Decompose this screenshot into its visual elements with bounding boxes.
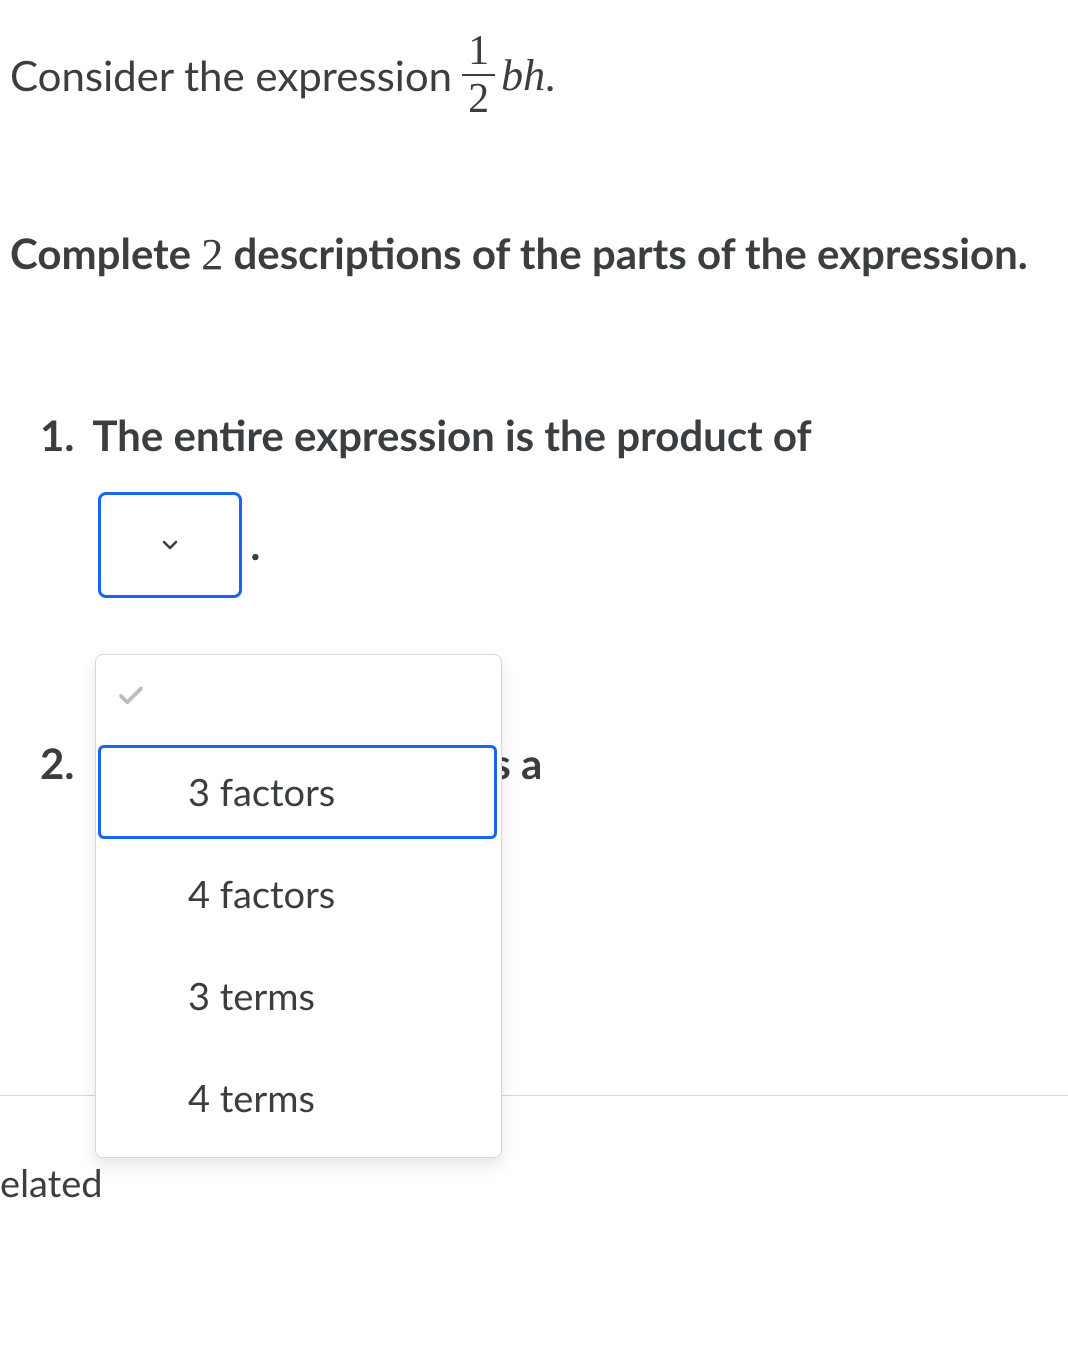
item-1-period: . (250, 509, 260, 580)
list-number-2: 2. (40, 728, 74, 799)
checkmark-icon (116, 681, 146, 711)
dropdown-option-3-terms[interactable]: 3 terms (96, 945, 501, 1047)
intro-text: Consider the expression 1 2 bh . (10, 30, 1058, 120)
list-number-1: 1. (40, 400, 74, 471)
dropdown-select-1[interactable] (98, 492, 242, 598)
dropdown-option-4-factors[interactable]: 4 factors (96, 843, 501, 945)
variables: bh (501, 50, 545, 101)
dropdown-option-empty[interactable] (96, 663, 501, 741)
intro-prefix: Consider the expression (10, 50, 452, 100)
fraction: 1 2 (462, 30, 495, 120)
chevron-down-icon (158, 533, 182, 557)
fraction-denominator: 2 (462, 74, 495, 120)
intro-suffix: . (545, 50, 555, 100)
dropdown-option-3-factors[interactable]: 3 factors (96, 741, 501, 843)
fraction-numerator: 1 (462, 30, 495, 74)
dropdown-option-4-terms[interactable]: 4 terms (96, 1047, 501, 1149)
item-1-text: The entire expression is the product of (92, 400, 811, 471)
dropdown-menu[interactable]: 3 factors 4 factors 3 terms 4 terms (95, 654, 502, 1158)
instruction-text: Complete 2 descriptions of the parts of … (10, 220, 1058, 290)
list-item-1: 1. The entire expression is the product … (40, 400, 1058, 597)
footer-partial-text: elated (0, 1160, 103, 1206)
